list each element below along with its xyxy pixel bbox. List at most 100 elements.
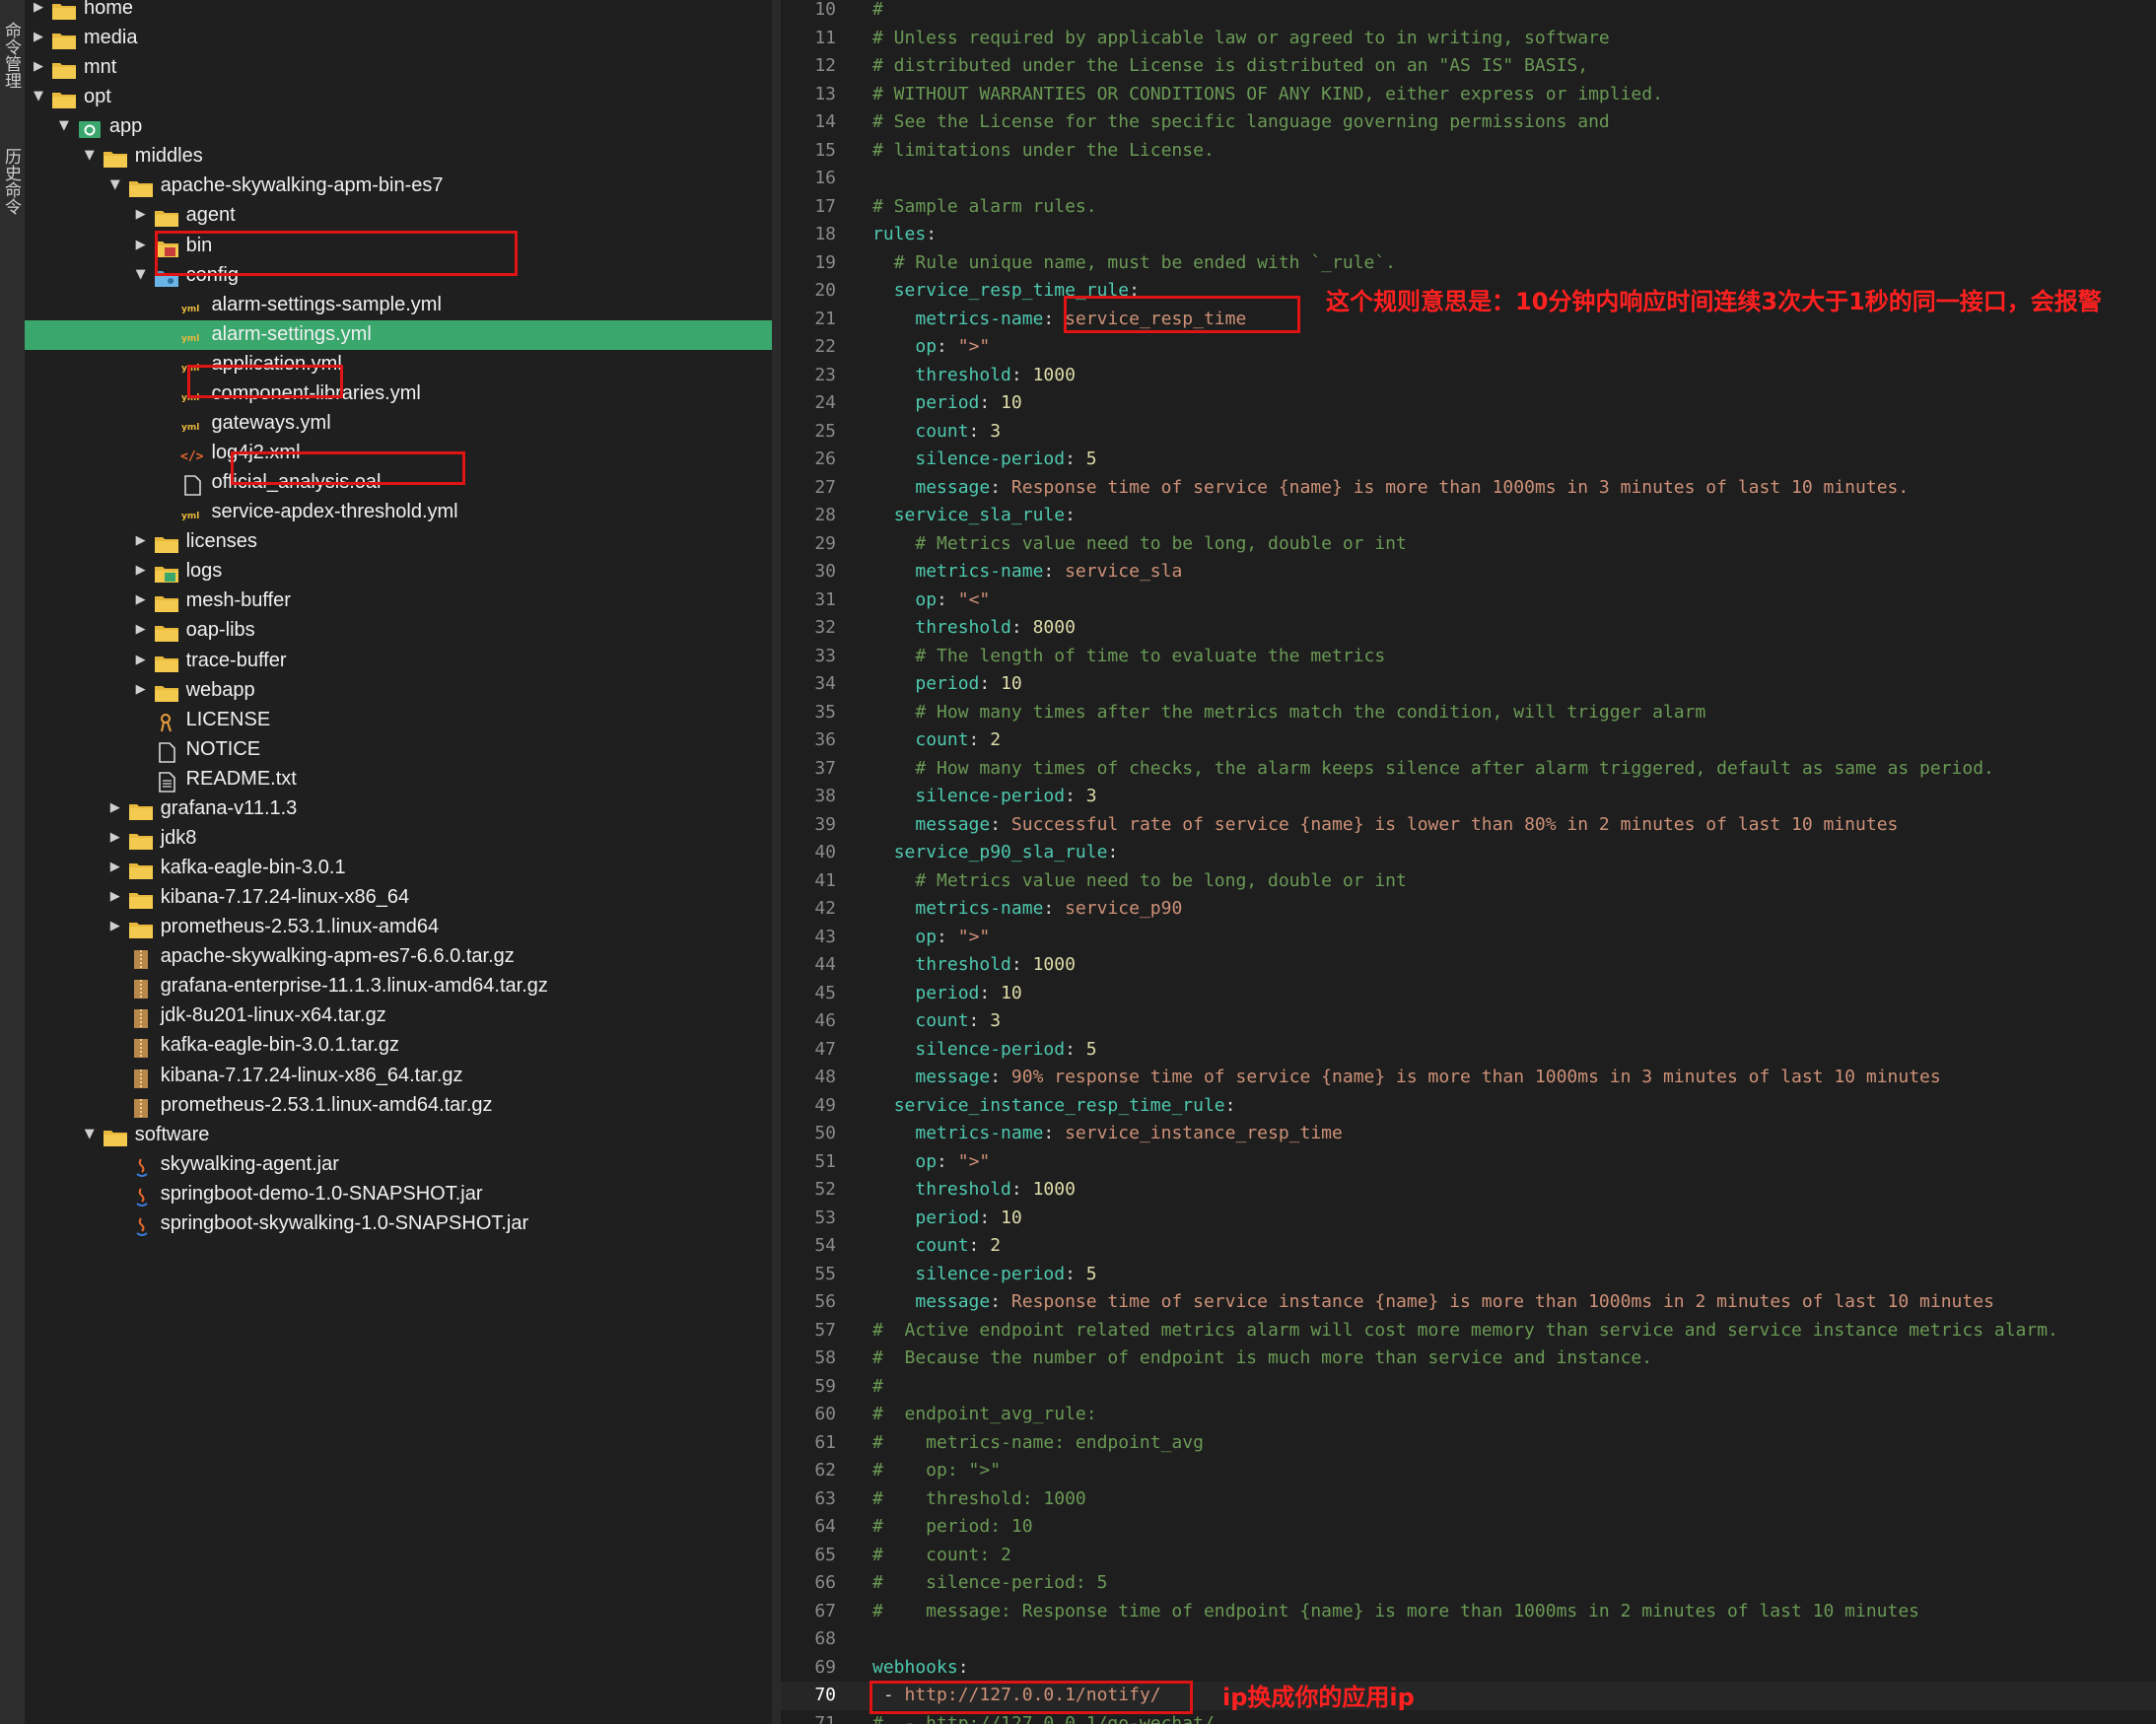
- tree-item-opt[interactable]: ▼ opt: [25, 83, 772, 112]
- tree-item-webapp[interactable]: ▶ webapp: [25, 676, 772, 706]
- code-line[interactable]: 65 # count: 2: [781, 1542, 2156, 1570]
- tree-item-oap-libs[interactable]: ▶ oap-libs: [25, 616, 772, 646]
- tree-item-grafana-enterprise-11-1-3-linux-amd64-tar-gz[interactable]: grafana-enterprise-11.1.3.linux-amd64.ta…: [25, 972, 772, 1001]
- code-line[interactable]: 50 metrics-name: service_instance_resp_t…: [781, 1120, 2156, 1148]
- tree-item-media[interactable]: ▶ media: [25, 24, 772, 53]
- code-line[interactable]: 45 period: 10: [781, 980, 2156, 1008]
- tree-item-mnt[interactable]: ▶ mnt: [25, 53, 772, 83]
- code-line[interactable]: 32 threshold: 8000: [781, 614, 2156, 643]
- code-line[interactable]: 60 # endpoint_avg_rule:: [781, 1401, 2156, 1429]
- pane-splitter[interactable]: [772, 0, 781, 1724]
- code-line[interactable]: 57 # Active endpoint related metrics alar…: [781, 1317, 2156, 1345]
- code-line[interactable]: 49 service_instance_resp_time_rule:: [781, 1092, 2156, 1121]
- tree-item-prometheus-2-53-1-linux-amd64-tar-gz[interactable]: prometheus-2.53.1.linux-amd64.tar.gz: [25, 1091, 772, 1121]
- code-line[interactable]: 48 message: 90% response time of service…: [781, 1064, 2156, 1092]
- code-line[interactable]: 46 count: 3: [781, 1007, 2156, 1036]
- tree-item-bin[interactable]: ▶ bin: [25, 232, 772, 261]
- code-line[interactable]: 30 metrics-name: service_sla: [781, 558, 2156, 586]
- code-line[interactable]: 58 # Because the number of endpoint is mu…: [781, 1345, 2156, 1373]
- code-line[interactable]: 52 threshold: 1000: [781, 1176, 2156, 1205]
- tree-item-licenses[interactable]: ▶ licenses: [25, 527, 772, 557]
- tree-item-gateways-yml[interactable]: yml gateways.yml: [25, 409, 772, 439]
- tree-item-apache-skywalking-apm-bin-es7[interactable]: ▼ apache-skywalking-apm-bin-es7: [25, 172, 772, 201]
- code-line[interactable]: 24 period: 10: [781, 389, 2156, 418]
- code-line[interactable]: 34 period: 10: [781, 670, 2156, 699]
- tree-item-jdk8[interactable]: ▶ jdk8: [25, 824, 772, 854]
- code-line[interactable]: 26 silence-period: 5: [781, 446, 2156, 474]
- tree-item-springboot-skywalking-1-0-snapshot-jar[interactable]: springboot-skywalking-1.0-SNAPSHOT.jar: [25, 1209, 772, 1239]
- code-line[interactable]: 66 # silence-period: 5: [781, 1569, 2156, 1598]
- code-line[interactable]: 41 # Metrics value need to be long, doub…: [781, 867, 2156, 896]
- tree-item-software[interactable]: ▼ software: [25, 1121, 772, 1150]
- code-line[interactable]: 11 # Unless required by applicable law or…: [781, 25, 2156, 53]
- code-line[interactable]: 27 message: Response time of service {na…: [781, 474, 2156, 503]
- code-line[interactable]: 16: [781, 165, 2156, 193]
- tree-item-readme-txt[interactable]: README.txt: [25, 765, 772, 794]
- tree-item-log4j2-xml[interactable]: </> log4j2.xml: [25, 439, 772, 468]
- tree-item-skywalking-agent-jar[interactable]: skywalking-agent.jar: [25, 1150, 772, 1180]
- tree-item-license[interactable]: LICENSE: [25, 706, 772, 735]
- code-editor[interactable]: 10 #11 # Unless required by applicable law…: [781, 0, 2156, 1724]
- tree-item-agent[interactable]: ▶ agent: [25, 201, 772, 231]
- code-line[interactable]: 51 op: ">": [781, 1148, 2156, 1177]
- code-line[interactable]: 40 service_p90_sla_rule:: [781, 839, 2156, 867]
- code-line[interactable]: 53 period: 10: [781, 1205, 2156, 1233]
- code-line[interactable]: 18 rules:: [781, 221, 2156, 249]
- tree-item-official-analysis-oal[interactable]: official_analysis.oal: [25, 468, 772, 498]
- side-tab-history[interactable]: 历史命令: [1, 148, 21, 215]
- tree-item-application-yml[interactable]: yml application.yml: [25, 350, 772, 379]
- code-line[interactable]: 61 # metrics-name: endpoint_avg: [781, 1429, 2156, 1458]
- code-line[interactable]: 42 metrics-name: service_p90: [781, 895, 2156, 924]
- tree-item-mesh-buffer[interactable]: ▶ mesh-buffer: [25, 586, 772, 616]
- tree-item-home[interactable]: ▶ home: [25, 0, 772, 24]
- code-line[interactable]: 54 count: 2: [781, 1232, 2156, 1261]
- code-line[interactable]: 55 silence-period: 5: [781, 1261, 2156, 1289]
- code-line[interactable]: 29 # Metrics value need to be long, doub…: [781, 530, 2156, 559]
- code-line[interactable]: 44 threshold: 1000: [781, 951, 2156, 980]
- tree-item-config[interactable]: ▼ config: [25, 261, 772, 291]
- code-line[interactable]: 64 # period: 10: [781, 1513, 2156, 1542]
- tree-item-apache-skywalking-apm-es7-6-6-0-tar-gz[interactable]: apache-skywalking-apm-es7-6.6.0.tar.gz: [25, 942, 772, 972]
- code-line[interactable]: 17 # Sample alarm rules.: [781, 193, 2156, 222]
- tree-item-logs[interactable]: ▶ logs: [25, 557, 772, 586]
- tree-item-grafana-v11-1-3[interactable]: ▶ grafana-v11.1.3: [25, 794, 772, 824]
- code-line[interactable]: 56 message: Response time of service ins…: [781, 1288, 2156, 1317]
- code-line[interactable]: 43 op: ">": [781, 924, 2156, 952]
- code-line[interactable]: 62 # op: ">": [781, 1457, 2156, 1485]
- code-line[interactable]: 19 # Rule unique name, must be ended wit…: [781, 249, 2156, 278]
- code-line[interactable]: 28 service_sla_rule:: [781, 502, 2156, 530]
- tree-item-alarm-settings-yml[interactable]: yml alarm-settings.yml: [25, 319, 772, 350]
- code-line[interactable]: 23 threshold: 1000: [781, 362, 2156, 390]
- code-line[interactable]: 69 webhooks:: [781, 1654, 2156, 1683]
- tree-item-middles[interactable]: ▼ middles: [25, 142, 772, 172]
- code-line[interactable]: 13 # WITHOUT WARRANTIES OR CONDITIONS OF …: [781, 81, 2156, 109]
- code-line[interactable]: 39 message: Successful rate of service {…: [781, 811, 2156, 840]
- code-line[interactable]: 36 count: 2: [781, 726, 2156, 755]
- tree-item-app[interactable]: ▼ app: [25, 112, 772, 142]
- tree-item-trace-buffer[interactable]: ▶ trace-buffer: [25, 647, 772, 676]
- tree-item-kibana-7-17-24-linux-x86-64-tar-gz[interactable]: kibana-7.17.24-linux-x86_64.tar.gz: [25, 1062, 772, 1091]
- code-line[interactable]: 10 #: [781, 0, 2156, 25]
- code-line[interactable]: 59 #: [781, 1373, 2156, 1402]
- code-line[interactable]: 67 # message: Response time of endpoint {…: [781, 1598, 2156, 1626]
- side-tab-commands[interactable]: 命令管理: [1, 22, 21, 89]
- tree-item-jdk-8u201-linux-x64-tar-gz[interactable]: jdk-8u201-linux-x64.tar.gz: [25, 1001, 772, 1031]
- tree-item-kibana-7-17-24-linux-x86-64[interactable]: ▶ kibana-7.17.24-linux-x86_64: [25, 883, 772, 913]
- code-line[interactable]: 33 # The length of time to evaluate the …: [781, 643, 2156, 671]
- code-line[interactable]: 47 silence-period: 5: [781, 1036, 2156, 1065]
- code-line[interactable]: 14 # See the License for the specific lan…: [781, 108, 2156, 137]
- tree-item-alarm-settings-sample-yml[interactable]: yml alarm-settings-sample.yml: [25, 291, 772, 320]
- code-line[interactable]: 38 silence-period: 3: [781, 783, 2156, 811]
- tree-item-service-apdex-threshold-yml[interactable]: yml service-apdex-threshold.yml: [25, 498, 772, 527]
- code-line[interactable]: 35 # How many times after the metrics ma…: [781, 699, 2156, 727]
- code-line[interactable]: 68: [781, 1625, 2156, 1654]
- code-line[interactable]: 15 # limitations under the License.: [781, 137, 2156, 166]
- code-line[interactable]: 25 count: 3: [781, 418, 2156, 447]
- tree-item-prometheus-2-53-1-linux-amd64[interactable]: ▶ prometheus-2.53.1.linux-amd64: [25, 913, 772, 942]
- tree-item-kafka-eagle-bin-3-0-1[interactable]: ▶ kafka-eagle-bin-3.0.1: [25, 854, 772, 883]
- code-line[interactable]: 63 # threshold: 1000: [781, 1485, 2156, 1514]
- tree-item-kafka-eagle-bin-3-0-1-tar-gz[interactable]: kafka-eagle-bin-3.0.1.tar.gz: [25, 1031, 772, 1061]
- code-line[interactable]: 12 # distributed under the License is dis…: [781, 52, 2156, 81]
- tree-item-springboot-demo-1-0-snapshot-jar[interactable]: springboot-demo-1.0-SNAPSHOT.jar: [25, 1180, 772, 1209]
- tree-item-component-libraries-yml[interactable]: yml component-libraries.yml: [25, 379, 772, 409]
